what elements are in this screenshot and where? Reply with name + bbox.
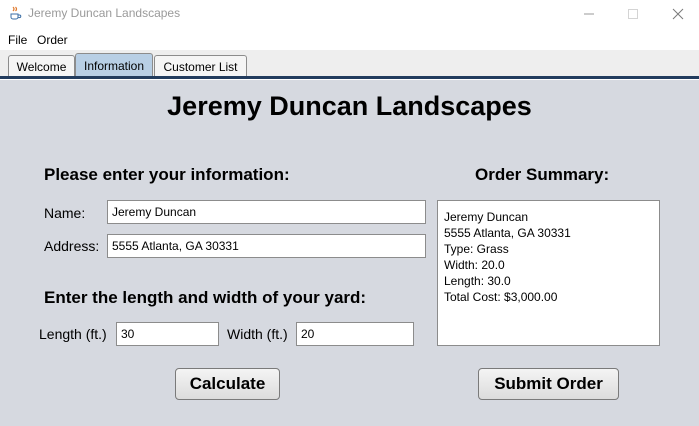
- summary-line: Width: 20.0: [444, 258, 505, 272]
- close-icon: [672, 8, 684, 20]
- tab-customer-list[interactable]: Customer List: [154, 55, 247, 78]
- page-title: Jeremy Duncan Landscapes: [167, 91, 532, 121]
- info-section-label: Please enter your information:: [44, 165, 290, 184]
- name-label: Name:: [44, 205, 86, 221]
- length-field[interactable]: [116, 322, 219, 346]
- minimize-button[interactable]: [566, 0, 612, 28]
- summary-line: Length: 30.0: [444, 274, 511, 288]
- minimize-icon: [584, 13, 594, 15]
- width-label: Width (ft.): [227, 326, 288, 342]
- tab-welcome[interactable]: Welcome: [8, 55, 75, 78]
- tab-divider: [0, 76, 699, 79]
- title-bar: Jeremy Duncan Landscapes: [0, 0, 699, 28]
- menu-bar: File Order: [0, 30, 699, 50]
- summary-line: Total Cost: $3,000.00: [444, 290, 558, 304]
- menu-file[interactable]: File: [8, 33, 27, 47]
- summary-line: Type: Grass: [444, 242, 509, 256]
- length-label: Length (ft.): [39, 326, 107, 342]
- menu-order[interactable]: Order: [37, 33, 68, 47]
- address-field[interactable]: [107, 234, 426, 258]
- calculate-button[interactable]: Calculate: [175, 368, 280, 400]
- width-field[interactable]: [296, 322, 414, 346]
- information-panel: Jeremy Duncan Landscapes Please enter yo…: [0, 80, 699, 426]
- submit-order-button[interactable]: Submit Order: [478, 368, 619, 400]
- summary-line: Jeremy Duncan: [444, 210, 529, 224]
- name-field[interactable]: [107, 200, 426, 224]
- summary-line: 5555 Atlanta, GA 30331: [444, 226, 571, 240]
- yard-section-label: Enter the length and width of your yard:: [44, 288, 367, 307]
- maximize-icon: [628, 9, 638, 19]
- tab-strip: Welcome Information Customer List: [0, 50, 699, 78]
- summary-section-label: Order Summary:: [475, 165, 610, 184]
- close-button[interactable]: [655, 0, 699, 28]
- address-label: Address:: [44, 238, 100, 254]
- window-title: Jeremy Duncan Landscapes: [28, 6, 181, 20]
- order-summary-box: Jeremy Duncan 5555 Atlanta, GA 30331 Typ…: [437, 200, 660, 346]
- tab-information[interactable]: Information: [75, 53, 153, 78]
- java-cup-icon: [7, 5, 23, 21]
- maximize-button[interactable]: [610, 0, 656, 28]
